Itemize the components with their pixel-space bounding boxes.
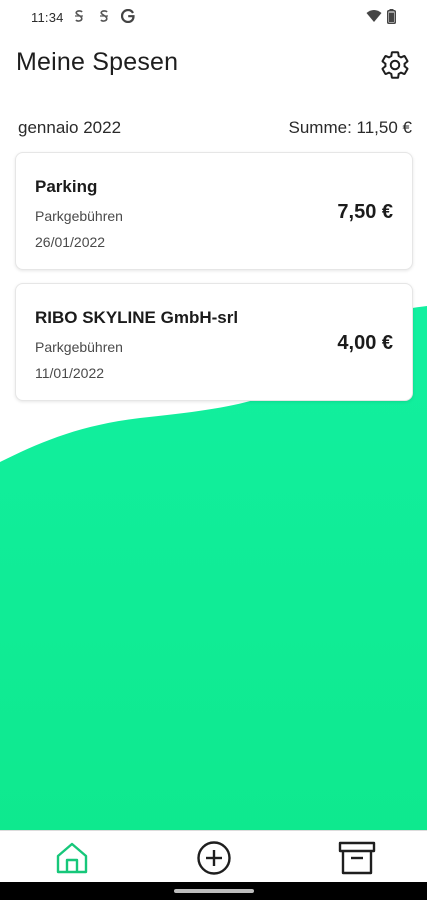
add-circle-icon bbox=[197, 841, 231, 875]
gesture-handle[interactable] bbox=[174, 889, 254, 893]
home-icon bbox=[56, 842, 88, 874]
expense-card[interactable]: RIBO SKYLINE GmbH-srl Parkgebühren 11/01… bbox=[15, 283, 413, 401]
expense-amount: 7,50 € bbox=[337, 201, 393, 223]
wifi-icon bbox=[366, 10, 382, 22]
battery-icon bbox=[387, 9, 396, 24]
expense-title: Parking bbox=[35, 177, 98, 196]
s-sync-icon bbox=[100, 10, 108, 22]
expense-category: Parkgebühren bbox=[35, 339, 123, 355]
month-label: gennaio 2022 bbox=[18, 118, 122, 137]
expense-category: Parkgebühren bbox=[35, 208, 123, 224]
expense-card[interactable]: Parking Parkgebühren 26/01/2022 7,50 € bbox=[15, 152, 413, 270]
system-gesture-bar bbox=[0, 882, 427, 900]
google-icon bbox=[121, 9, 135, 23]
bottom-navigation bbox=[0, 830, 427, 883]
expense-date: 26/01/2022 bbox=[35, 234, 106, 250]
status-time: 11:34 bbox=[31, 10, 64, 25]
expense-date: 11/01/2022 bbox=[35, 365, 105, 381]
total-sum: Summe: 11,50 € bbox=[288, 118, 412, 137]
expense-title: RIBO SKYLINE GmbH-srl bbox=[35, 308, 239, 327]
archive-icon bbox=[338, 841, 376, 875]
page-title: Meine Spesen bbox=[16, 48, 179, 76]
expense-amount: 4,00 € bbox=[337, 332, 393, 354]
status-bar: 11:34 bbox=[0, 0, 427, 34]
expense-list: Parking Parkgebühren 26/01/2022 7,50 € R… bbox=[15, 152, 413, 414]
nav-add-button[interactable] bbox=[196, 840, 232, 876]
s-sync-icon bbox=[75, 10, 83, 22]
gear-icon bbox=[381, 51, 409, 79]
screen: 11:34 Meine Spesen gennaio 2022 Summe: 1… bbox=[0, 0, 427, 900]
nav-archive-button[interactable] bbox=[338, 840, 376, 876]
settings-button[interactable] bbox=[379, 49, 411, 81]
nav-home-button[interactable] bbox=[54, 840, 90, 876]
